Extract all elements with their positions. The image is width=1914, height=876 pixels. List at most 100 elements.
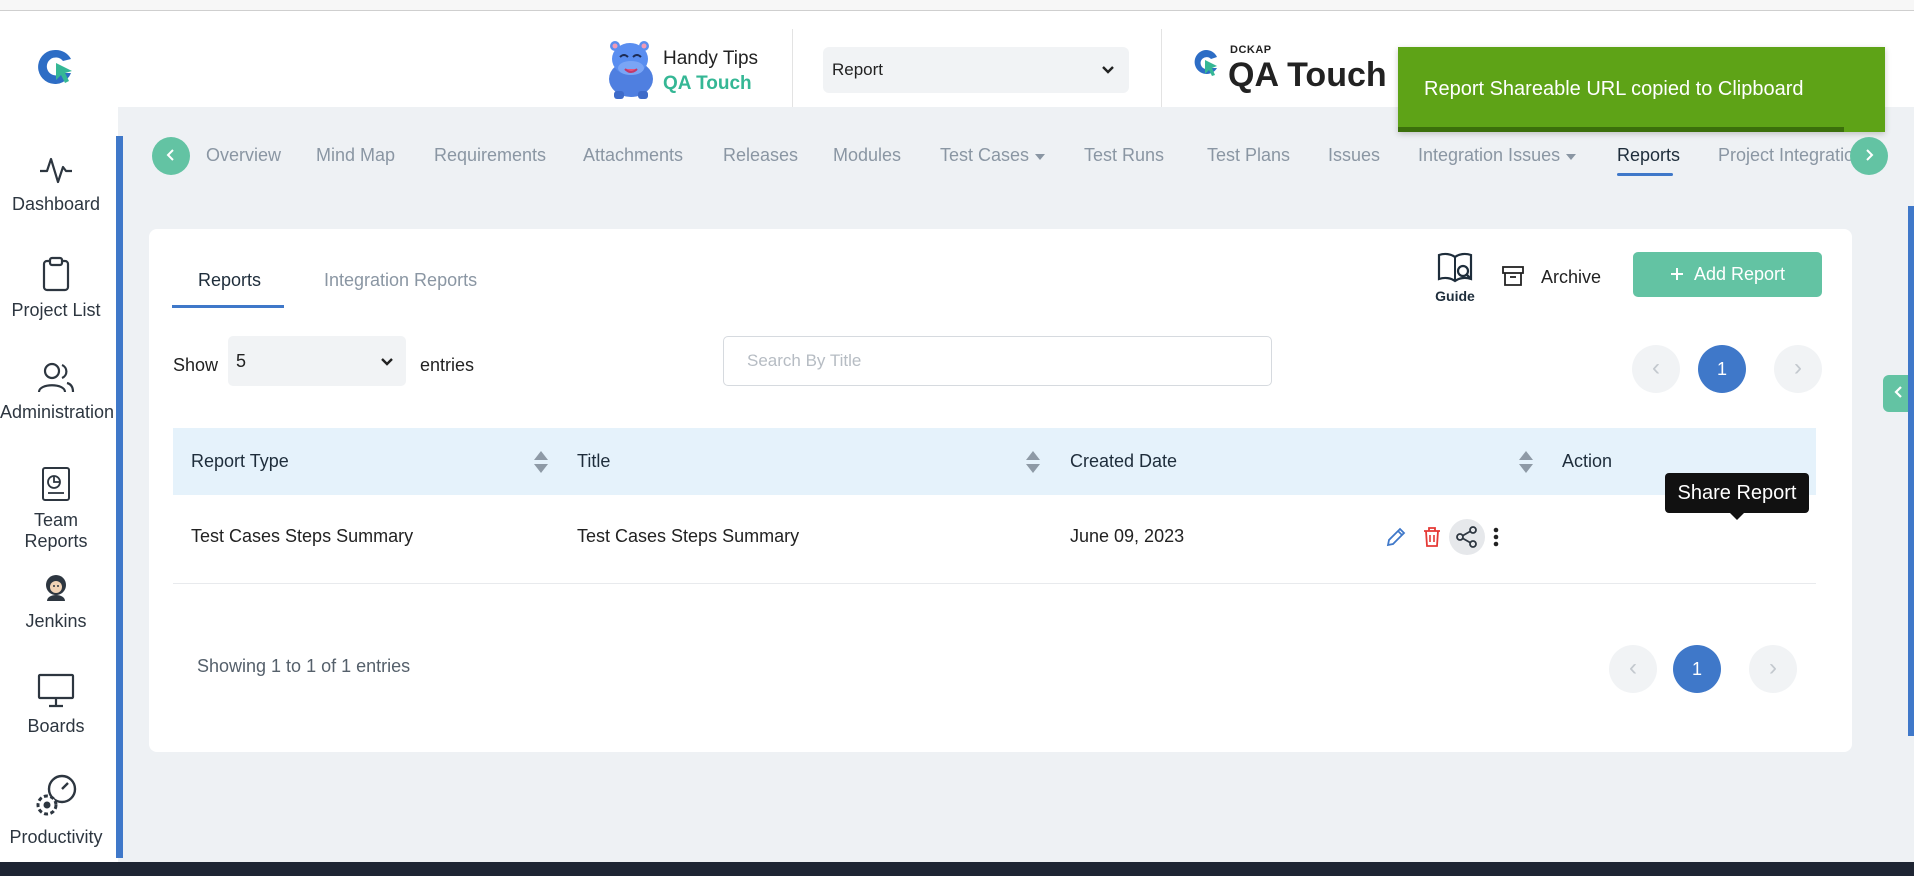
nav-scroll-left-button[interactable]: [152, 137, 190, 175]
tab-reports[interactable]: Reports: [1617, 145, 1680, 166]
tab-test-cases[interactable]: Test Cases: [940, 145, 1046, 166]
handy-tips-title: Handy Tips: [663, 48, 759, 69]
tab-releases[interactable]: Releases: [723, 145, 798, 166]
pagination-page-1-bottom[interactable]: 1: [1673, 645, 1721, 693]
pagination-prev-button-bottom[interactable]: ‹: [1609, 645, 1657, 693]
column-header-title[interactable]: Title: [577, 451, 610, 472]
brand-company: DCKAP: [1230, 44, 1272, 56]
tab-label: Test Cases: [940, 145, 1030, 165]
add-report-label: Add Report: [1693, 264, 1786, 284]
sidebar-item-label: Jenkins: [25, 611, 87, 631]
pagination-next-button[interactable]: ›: [1774, 345, 1822, 393]
share-button[interactable]: [1449, 519, 1485, 555]
sidebar-item-dashboard[interactable]: Dashboard: [0, 154, 112, 215]
tab-reports-list[interactable]: Reports: [198, 270, 261, 291]
toast-message: Report Shareable URL copied to Clipboard: [1424, 78, 1804, 100]
brand-name: QA Touch: [1228, 56, 1387, 94]
tab-label: Integration Issues: [1418, 145, 1561, 165]
sidebar-item-label: Dashboard: [11, 194, 101, 214]
header-divider: [792, 29, 793, 107]
project-select[interactable]: Report: [823, 47, 1129, 93]
edit-button[interactable]: [1378, 519, 1414, 555]
presentation-board-icon: [37, 673, 75, 708]
header-divider: [1161, 29, 1162, 107]
tab-test-runs[interactable]: Test Runs: [1084, 145, 1164, 166]
entries-per-page-select[interactable]: 5: [228, 336, 406, 386]
hippo-mascot-icon: [600, 37, 662, 106]
archive-button[interactable]: Archive: [1501, 265, 1601, 288]
search-input[interactable]: [723, 336, 1272, 386]
sidebar-item-project-list[interactable]: Project List: [0, 256, 112, 321]
pagination-page-1[interactable]: 1: [1698, 345, 1746, 393]
showing-entries-text: Showing 1 to 1 of 1 entries: [197, 656, 411, 676]
sort-icon[interactable]: [1024, 449, 1042, 475]
qatouch-logo-icon[interactable]: [36, 47, 76, 92]
sidebar-item-boards[interactable]: Boards: [0, 672, 112, 737]
sidebar: Dashboard Project List Administration Te…: [0, 107, 118, 862]
tab-overview[interactable]: Overview: [206, 145, 281, 166]
cell-created-date: June 09, 2023: [1070, 526, 1185, 546]
trash-icon: [1424, 527, 1440, 547]
chevron-right-icon: [1866, 149, 1874, 161]
jenkins-icon: [46, 575, 66, 601]
report-chart-icon: [42, 467, 70, 501]
tab-issues[interactable]: Issues: [1328, 145, 1380, 166]
project-nav: Overview Mind Map Requirements Attachmen…: [124, 130, 1888, 180]
cell-report-type: Test Cases Steps Summary: [191, 526, 414, 546]
tab-integration-issues[interactable]: Integration Issues: [1418, 145, 1577, 166]
book-search-icon: [1437, 252, 1473, 283]
chevron-left-icon: [1893, 386, 1902, 398]
sidebar-item-team-reports[interactable]: Team Reports: [0, 466, 112, 552]
table-row: Test Cases Steps Summary Test Cases Step…: [173, 495, 1816, 584]
chevron-left-icon: [166, 149, 174, 161]
handy-tips-subtitle: QA Touch: [663, 73, 752, 94]
share-icon: [1456, 526, 1477, 548]
productivity-gear-icon: [36, 774, 77, 816]
pagination-prev-button[interactable]: ‹: [1632, 345, 1680, 393]
tab-integration-reports[interactable]: Integration Reports: [324, 270, 477, 291]
sidebar-item-administration[interactable]: Administration: [0, 362, 115, 423]
column-header-action: Action: [1562, 451, 1613, 471]
table-header: Report Type Title Created Date Action: [173, 428, 1816, 495]
pagination-next-button-bottom[interactable]: ›: [1749, 645, 1797, 693]
clipboard-icon: [42, 256, 70, 292]
caret-down-icon: [1035, 154, 1046, 160]
window-top-border: [0, 0, 1914, 11]
tab-test-plans[interactable]: Test Plans: [1207, 145, 1290, 166]
delete-button[interactable]: [1414, 519, 1450, 555]
sort-icon[interactable]: [1517, 449, 1535, 475]
more-options-button[interactable]: [1484, 519, 1508, 555]
os-taskbar: [0, 862, 1914, 876]
sidebar-item-jenkins[interactable]: Jenkins: [0, 573, 112, 632]
tab-mind-map[interactable]: Mind Map: [316, 145, 395, 166]
sort-icon[interactable]: [532, 449, 550, 475]
tab-attachments[interactable]: Attachments: [583, 145, 683, 166]
share-report-tooltip: Share Report: [1665, 473, 1809, 520]
users-icon: [37, 362, 75, 393]
row-actions: [1378, 519, 1499, 559]
sidebar-item-label: Administration: [0, 402, 115, 422]
sidebar-item-label: Team Reports: [24, 510, 88, 551]
active-tab-indicator: [1617, 173, 1673, 176]
archive-box-icon: [1502, 266, 1524, 286]
sidebar-scroll-accent: [116, 136, 123, 858]
column-header-created-date[interactable]: Created Date: [1070, 451, 1177, 472]
tab-modules[interactable]: Modules: [833, 145, 901, 166]
sidebar-item-label: Boards: [27, 716, 85, 736]
toast-notification: Report Shareable URL copied to Clipboard: [1398, 47, 1885, 132]
reports-card: Reports Integration Reports Guide Archiv…: [149, 229, 1852, 752]
entries-label: entries: [420, 355, 475, 375]
sidebar-item-label: Productivity: [9, 827, 103, 847]
nav-scroll-right-button[interactable]: [1850, 137, 1888, 175]
pencil-icon: [1386, 527, 1406, 547]
tab-requirements[interactable]: Requirements: [434, 145, 546, 166]
chevron-down-icon: [1101, 47, 1115, 93]
sidebar-item-label: Project List: [11, 300, 101, 320]
activity-icon: [40, 157, 72, 184]
entries-select-value: 5: [236, 351, 247, 371]
add-report-button[interactable]: Add Report: [1633, 252, 1822, 297]
sidebar-item-productivity[interactable]: Productivity: [0, 773, 112, 848]
guide-button[interactable]: Guide: [1432, 251, 1478, 304]
guide-label: Guide: [1435, 288, 1475, 304]
column-header-report-type[interactable]: Report Type: [191, 451, 289, 472]
